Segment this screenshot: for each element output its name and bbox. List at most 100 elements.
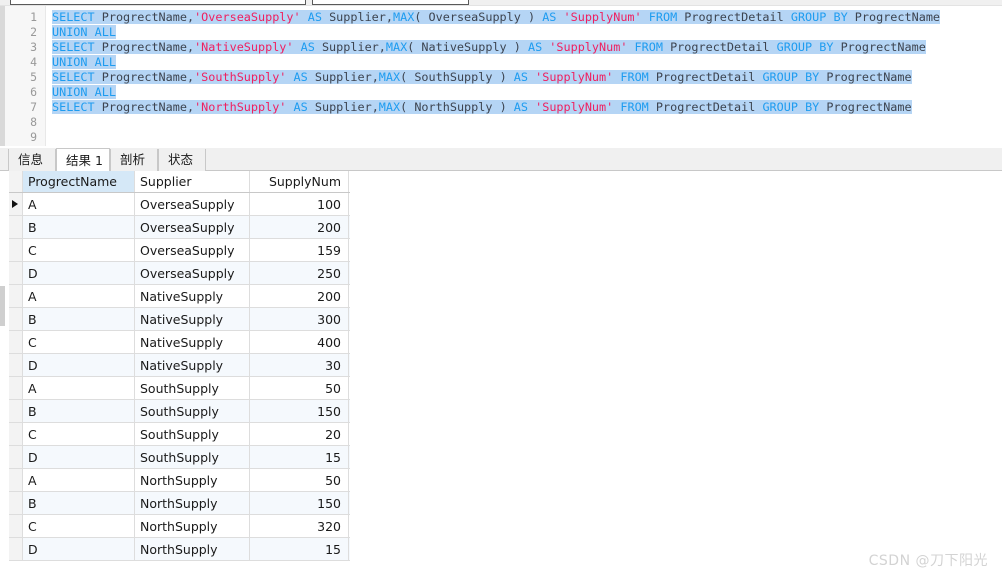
table-row[interactable]: C NativeSupply 400 bbox=[9, 331, 350, 354]
cell-progrectname[interactable]: A bbox=[23, 377, 135, 399]
sql-code-line[interactable]: SELECT ProgrectName,'SouthSupply' AS Sup… bbox=[52, 70, 912, 85]
cell-supplier[interactable]: NorthSupply bbox=[135, 515, 250, 537]
row-header-gutter[interactable] bbox=[9, 538, 23, 560]
column-header-progrectname[interactable]: ProgrectName bbox=[23, 171, 135, 192]
table-row[interactable]: A NorthSupply 50 bbox=[9, 469, 350, 492]
table-row[interactable]: D NorthSupply 15 bbox=[9, 538, 350, 561]
row-header-gutter[interactable] bbox=[9, 239, 23, 261]
cell-progrectname[interactable]: B bbox=[23, 216, 135, 238]
row-header-gutter[interactable] bbox=[9, 216, 23, 238]
table-row[interactable]: D SouthSupply 15 bbox=[9, 446, 350, 469]
table-row[interactable]: D NativeSupply 30 bbox=[9, 354, 350, 377]
table-row[interactable]: C OverseaSupply 159 bbox=[9, 239, 350, 262]
cell-progrectname[interactable]: C bbox=[23, 239, 135, 261]
cell-supplier[interactable]: NativeSupply bbox=[135, 354, 250, 376]
cell-progrectname[interactable]: A bbox=[23, 285, 135, 307]
table-row[interactable]: A OverseaSupply 100 bbox=[9, 193, 350, 216]
table-row[interactable]: B NorthSupply 150 bbox=[9, 492, 350, 515]
cell-progrectname[interactable]: B bbox=[23, 308, 135, 330]
cell-supplynum[interactable]: 200 bbox=[250, 216, 349, 238]
tab-status[interactable]: 状态 bbox=[158, 149, 206, 171]
table-row[interactable]: C NorthSupply 320 bbox=[9, 515, 350, 538]
cell-supplier[interactable]: NativeSupply bbox=[135, 285, 250, 307]
table-row[interactable]: A NativeSupply 200 bbox=[9, 285, 350, 308]
cell-progrectname[interactable]: C bbox=[23, 515, 135, 537]
result-grid[interactable]: ProgrectName Supplier SupplyNum A OverseaSup… bbox=[0, 171, 1002, 579]
sql-code-line[interactable]: SELECT ProgrectName,'NorthSupply' AS Sup… bbox=[52, 100, 912, 115]
row-header-gutter[interactable] bbox=[9, 354, 23, 376]
sql-code-line[interactable]: SELECT ProgrectName,'OverseaSupply' AS S… bbox=[52, 10, 941, 25]
column-header-supplynum[interactable]: SupplyNum bbox=[250, 171, 349, 192]
cell-progrectname[interactable]: D bbox=[23, 354, 135, 376]
table-row[interactable]: A SouthSupply 50 bbox=[9, 377, 350, 400]
tab-profile[interactable]: 剖析 bbox=[110, 149, 158, 171]
table-row[interactable]: B NativeSupply 300 bbox=[9, 308, 350, 331]
grid-scrollbar-thumb[interactable] bbox=[0, 286, 5, 326]
row-header-gutter[interactable] bbox=[9, 446, 23, 468]
row-header-gutter[interactable] bbox=[9, 400, 23, 422]
cell-supplynum[interactable]: 100 bbox=[250, 193, 349, 215]
cell-supplynum[interactable]: 300 bbox=[250, 308, 349, 330]
cell-supplier[interactable]: SouthSupply bbox=[135, 446, 250, 468]
cell-supplynum[interactable]: 30 bbox=[250, 354, 349, 376]
cell-supplier[interactable]: NativeSupply bbox=[135, 308, 250, 330]
tab-result-1[interactable]: 结果 1 bbox=[56, 148, 110, 171]
cell-supplynum[interactable]: 15 bbox=[250, 446, 349, 468]
cell-supplier[interactable]: OverseaSupply bbox=[135, 216, 250, 238]
cell-supplynum[interactable]: 20 bbox=[250, 423, 349, 445]
row-header-gutter[interactable] bbox=[9, 262, 23, 284]
cell-supplier[interactable]: OverseaSupply bbox=[135, 262, 250, 284]
row-header-gutter[interactable] bbox=[9, 515, 23, 537]
cell-progrectname[interactable]: C bbox=[23, 331, 135, 353]
row-header-gutter[interactable] bbox=[9, 308, 23, 330]
cell-progrectname[interactable]: A bbox=[23, 193, 135, 215]
cell-supplynum[interactable]: 200 bbox=[250, 285, 349, 307]
table-row[interactable]: B SouthSupply 150 bbox=[9, 400, 350, 423]
row-header-gutter[interactable] bbox=[9, 423, 23, 445]
sql-code-area[interactable]: SELECT ProgrectName,'OverseaSupply' AS S… bbox=[52, 6, 1002, 146]
cell-supplier[interactable]: SouthSupply bbox=[135, 423, 250, 445]
row-header-gutter[interactable] bbox=[9, 193, 23, 215]
cell-supplynum[interactable]: 250 bbox=[250, 262, 349, 284]
sql-code-line[interactable]: SELECT ProgrectName,'NativeSupply' AS Su… bbox=[52, 40, 926, 55]
toolbar-text-field-2[interactable] bbox=[312, 0, 469, 5]
cell-supplynum[interactable]: 400 bbox=[250, 331, 349, 353]
sql-code-line[interactable]: UNION ALL bbox=[52, 25, 116, 40]
table-row[interactable]: D OverseaSupply 250 bbox=[9, 262, 350, 285]
table-row[interactable]: C SouthSupply 20 bbox=[9, 423, 350, 446]
cell-supplynum[interactable]: 15 bbox=[250, 538, 349, 560]
cell-supplynum[interactable]: 320 bbox=[250, 515, 349, 537]
cell-progrectname[interactable]: B bbox=[23, 492, 135, 514]
cell-progrectname[interactable]: D bbox=[23, 262, 135, 284]
cell-supplier[interactable]: NativeSupply bbox=[135, 331, 250, 353]
cell-supplier[interactable]: OverseaSupply bbox=[135, 239, 250, 261]
column-header-supplier[interactable]: Supplier bbox=[135, 171, 250, 192]
cell-supplier[interactable]: SouthSupply bbox=[135, 400, 250, 422]
sql-code-line[interactable]: UNION ALL bbox=[52, 55, 116, 70]
cell-supplynum[interactable]: 50 bbox=[250, 377, 349, 399]
cell-supplier[interactable]: NorthSupply bbox=[135, 492, 250, 514]
row-header-gutter[interactable] bbox=[9, 285, 23, 307]
cell-supplynum[interactable]: 159 bbox=[250, 239, 349, 261]
cell-progrectname[interactable]: B bbox=[23, 400, 135, 422]
row-header-gutter[interactable] bbox=[9, 492, 23, 514]
cell-progrectname[interactable]: D bbox=[23, 446, 135, 468]
cell-progrectname[interactable]: A bbox=[23, 469, 135, 491]
cell-supplynum[interactable]: 150 bbox=[250, 400, 349, 422]
cell-supplier[interactable]: SouthSupply bbox=[135, 377, 250, 399]
table-row[interactable]: B OverseaSupply 200 bbox=[9, 216, 350, 239]
sql-code-line[interactable]: UNION ALL bbox=[52, 85, 116, 100]
row-header-gutter[interactable] bbox=[9, 331, 23, 353]
cell-supplier[interactable]: OverseaSupply bbox=[135, 193, 250, 215]
cell-supplier[interactable]: NorthSupply bbox=[135, 538, 250, 560]
row-header-gutter[interactable] bbox=[9, 377, 23, 399]
tab-information[interactable]: 信息 bbox=[8, 149, 56, 171]
grid-vertical-scrollbar[interactable] bbox=[0, 171, 5, 579]
cell-supplynum[interactable]: 50 bbox=[250, 469, 349, 491]
toolbar-text-field-1[interactable] bbox=[10, 0, 306, 5]
cell-supplier[interactable]: NorthSupply bbox=[135, 469, 250, 491]
cell-progrectname[interactable]: D bbox=[23, 538, 135, 560]
row-header-gutter[interactable] bbox=[9, 469, 23, 491]
cell-supplynum[interactable]: 150 bbox=[250, 492, 349, 514]
sql-editor[interactable]: 123456789 SELECT ProgrectName,'OverseaSu… bbox=[0, 6, 1002, 146]
